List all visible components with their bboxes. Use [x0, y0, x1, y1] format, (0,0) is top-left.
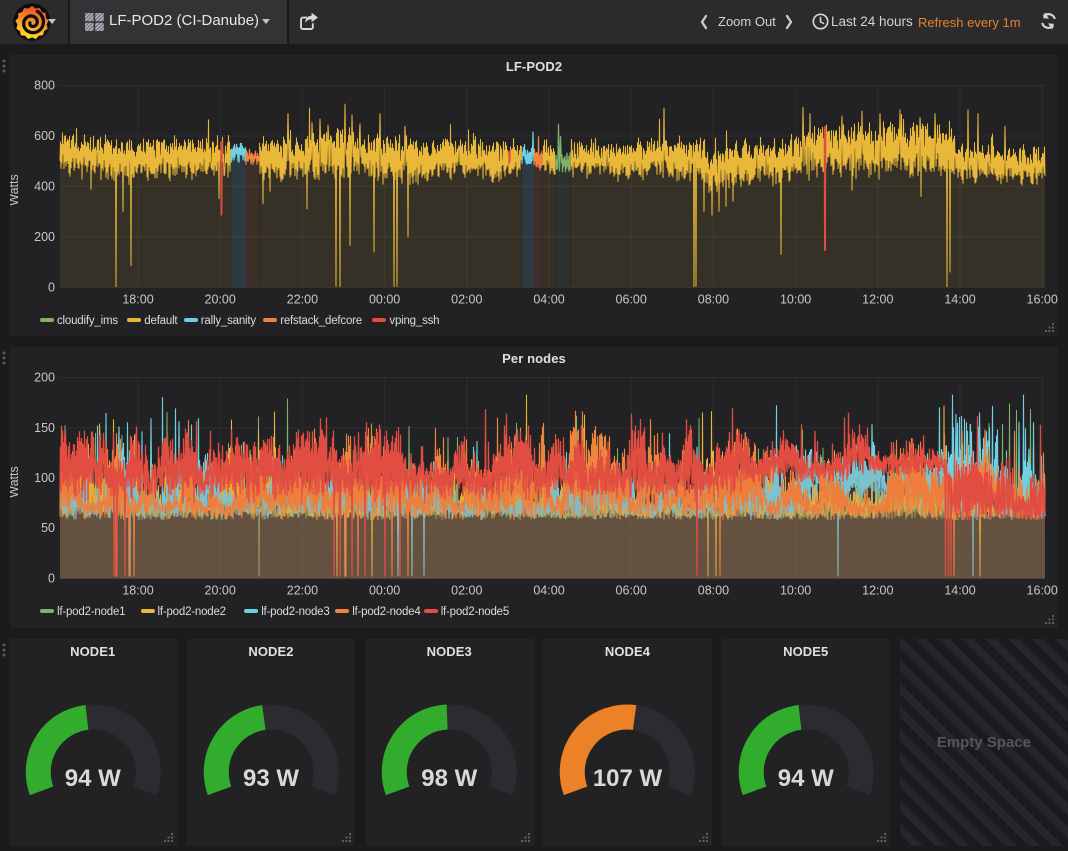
svg-text:200: 200 — [34, 230, 55, 244]
svg-text:16:00: 16:00 — [1027, 293, 1058, 307]
svg-text:400: 400 — [34, 180, 55, 194]
svg-text:00:00: 00:00 — [369, 293, 400, 307]
svg-text:20:00: 20:00 — [205, 293, 236, 307]
svg-text:22:00: 22:00 — [287, 293, 318, 307]
svg-text:02:00: 02:00 — [451, 293, 482, 307]
svg-text:04:00: 04:00 — [533, 293, 564, 307]
svg-text:100: 100 — [34, 471, 55, 485]
svg-text:14:00: 14:00 — [944, 293, 975, 307]
svg-text:22:00: 22:00 — [287, 584, 318, 598]
svg-text:200: 200 — [34, 371, 55, 385]
svg-text:04:00: 04:00 — [533, 584, 564, 598]
svg-text:12:00: 12:00 — [862, 584, 893, 598]
svg-text:0: 0 — [48, 281, 55, 295]
svg-text:50: 50 — [41, 521, 55, 535]
svg-text:14:00: 14:00 — [944, 584, 975, 598]
svg-text:800: 800 — [34, 79, 55, 93]
svg-text:10:00: 10:00 — [780, 293, 811, 307]
svg-text:16:00: 16:00 — [1027, 584, 1058, 598]
svg-text:10:00: 10:00 — [780, 584, 811, 598]
svg-text:08:00: 08:00 — [698, 293, 729, 307]
svg-text:18:00: 18:00 — [122, 293, 153, 307]
svg-text:18:00: 18:00 — [122, 584, 153, 598]
svg-text:12:00: 12:00 — [862, 293, 893, 307]
svg-text:0: 0 — [48, 572, 55, 586]
svg-text:00:00: 00:00 — [369, 584, 400, 598]
svg-text:08:00: 08:00 — [698, 584, 729, 598]
svg-text:150: 150 — [34, 421, 55, 435]
svg-text:02:00: 02:00 — [451, 584, 482, 598]
svg-text:20:00: 20:00 — [205, 584, 236, 598]
svg-text:600: 600 — [34, 129, 55, 143]
svg-text:Watts: Watts — [10, 466, 21, 497]
svg-text:Watts: Watts — [10, 174, 21, 205]
svg-text:06:00: 06:00 — [616, 293, 647, 307]
svg-text:06:00: 06:00 — [616, 584, 647, 598]
